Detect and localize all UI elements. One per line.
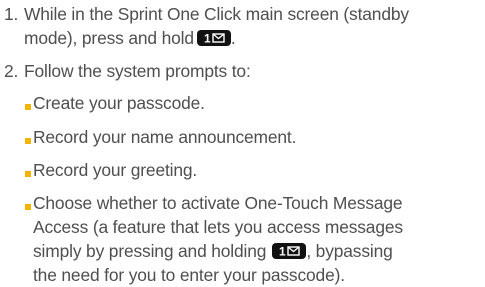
bullet-square-icon	[25, 171, 31, 177]
step-line: While in the Sprint One Click main scree…	[24, 4, 409, 24]
step-text: Follow the system prompts to:	[24, 59, 479, 83]
list-item-text: Create your passcode.	[33, 91, 479, 115]
svg-text:1: 1	[279, 245, 286, 259]
list-item-line: Record your greeting.	[33, 160, 198, 180]
list-item-line: Record your name announcement.	[33, 127, 297, 147]
list-item-text: Record your greeting.	[33, 158, 479, 182]
step-line-with-key: mode), press and hold 1.	[24, 26, 479, 50]
list-item-line: Choose whether to activate One-Touch Mes…	[33, 193, 403, 213]
list-item-line: the need for you to enter your passcode)…	[33, 265, 345, 285]
svg-text:1: 1	[204, 32, 211, 46]
step-text: While in the Sprint One Click main scree…	[24, 2, 479, 50]
step-number: 2.	[4, 61, 19, 81]
list-item-line-end: , bypassing	[306, 241, 393, 261]
step-line: Follow the system prompts to:	[24, 61, 251, 81]
step-line-end: .	[230, 28, 236, 48]
list-item-line-with-key: simply by pressing and holding 1 , bypassi…	[33, 239, 479, 263]
list-item-text: Record your name announcement.	[33, 125, 479, 149]
bullet-square-icon	[25, 104, 31, 110]
voicemail-key-icon: 1	[196, 30, 231, 46]
bullet-square-icon	[25, 204, 31, 210]
step-number: 1.	[4, 4, 19, 24]
voicemail-key-icon: 1	[272, 243, 307, 259]
step-line-text: mode), press and hold	[24, 28, 194, 48]
bullet-square-icon	[25, 138, 31, 144]
list-item-line: Create your passcode.	[33, 93, 205, 113]
list-item-text: Choose whether to activate One-Touch Mes…	[33, 191, 479, 287]
list-item-line: Access (a feature that lets you access m…	[33, 217, 403, 237]
list-item-line-text: simply by pressing and holding	[33, 241, 267, 261]
